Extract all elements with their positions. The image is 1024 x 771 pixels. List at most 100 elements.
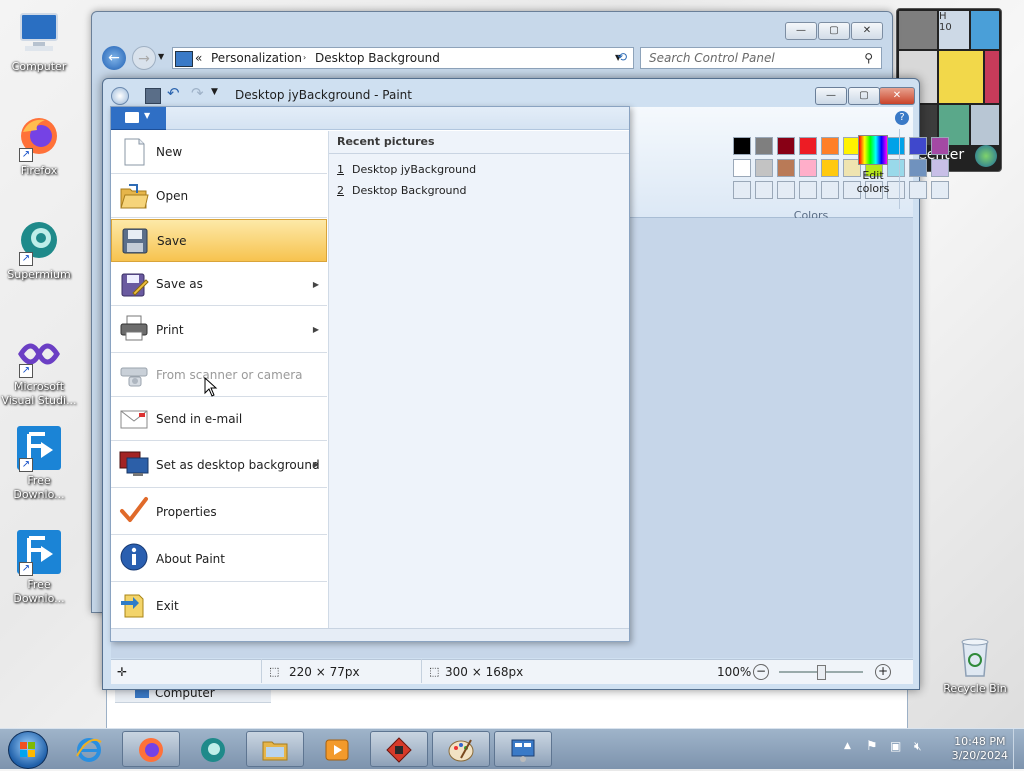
open-folder-icon bbox=[120, 184, 149, 209]
color-swatch[interactable] bbox=[799, 181, 817, 199]
menu-item-save[interactable]: Save bbox=[111, 219, 327, 262]
file-menu-commands: New Open Save Save as ▶ Print ▶ From sca… bbox=[111, 131, 327, 629]
recent-pictures-header: Recent pictures bbox=[337, 135, 435, 148]
cp-close-button[interactable]: ✕ bbox=[851, 22, 883, 40]
edit-colors-button[interactable]: Edit colors bbox=[855, 135, 891, 209]
customize-quick-access-icon[interactable]: ▼ bbox=[211, 87, 218, 97]
color-swatch[interactable] bbox=[777, 181, 795, 199]
redo-icon[interactable]: ↷ bbox=[191, 84, 204, 102]
taskbar-firefox[interactable] bbox=[122, 731, 180, 767]
submenu-arrow-icon: ▶ bbox=[312, 280, 319, 289]
search-icon[interactable]: ⚲ bbox=[864, 48, 873, 68]
desktop-background-icon bbox=[119, 451, 149, 476]
clock[interactable]: 10:48 PM 3/20/2024 bbox=[952, 735, 1008, 763]
help-icon[interactable]: ? bbox=[895, 111, 909, 125]
taskbar-control-panel[interactable] bbox=[494, 731, 552, 767]
desktop-icon-free-download-1[interactable]: ↗ Free Downlo... bbox=[0, 424, 78, 502]
desktop-icon-free-download-2[interactable]: ↗ Free Downlo... bbox=[0, 528, 78, 606]
menu-item-properties[interactable]: Properties bbox=[111, 489, 327, 535]
desktop-icon-computer[interactable]: Computer bbox=[0, 10, 78, 74]
undo-icon[interactable]: ↶ bbox=[167, 84, 180, 102]
desktop-icon-label: Recycle Bin bbox=[943, 682, 1007, 695]
color-swatch[interactable] bbox=[909, 159, 927, 177]
color-swatch[interactable] bbox=[755, 159, 773, 177]
zoom-in-button[interactable]: + bbox=[875, 664, 891, 680]
color-swatch[interactable] bbox=[777, 159, 795, 177]
cp-minimize-button[interactable]: — bbox=[785, 22, 817, 40]
show-hidden-icons-button[interactable]: ▲ bbox=[844, 741, 851, 751]
taskbar-app-red[interactable] bbox=[370, 731, 428, 767]
desktop-icon-firefox[interactable]: ↗ Firefox bbox=[0, 114, 78, 178]
breadcrumb-personalization[interactable]: Personalization bbox=[211, 48, 302, 68]
file-menu-tab[interactable]: ▼ bbox=[111, 107, 166, 130]
desktop-icon-recycle-bin[interactable]: Recycle Bin bbox=[936, 632, 1014, 696]
desktop-icon-supermium[interactable]: ↗ Supermium bbox=[0, 218, 78, 282]
recent-item-2[interactable]: 2 Desktop Background bbox=[337, 184, 467, 197]
color-swatch[interactable] bbox=[821, 159, 839, 177]
menu-item-new[interactable]: New bbox=[111, 131, 327, 174]
menu-item-open[interactable]: Open bbox=[111, 175, 327, 218]
taskbar-paint[interactable] bbox=[432, 731, 490, 767]
breadcrumb-overflow[interactable]: « bbox=[195, 48, 202, 68]
color-swatch[interactable] bbox=[821, 181, 839, 199]
printer-icon bbox=[120, 315, 148, 341]
paint-palette-icon bbox=[448, 739, 474, 762]
paint-maximize-button[interactable]: ▢ bbox=[848, 87, 880, 105]
cp-maximize-button[interactable]: ▢ bbox=[818, 22, 850, 40]
zoom-slider-thumb[interactable] bbox=[817, 665, 826, 680]
action-center-flag-icon[interactable]: ⚑ bbox=[866, 739, 878, 754]
desktop-icon-visual-studio[interactable]: ↗ Microsoft Visual Studi... bbox=[0, 330, 78, 408]
color-swatch[interactable] bbox=[799, 137, 817, 155]
windows-logo-icon bbox=[20, 742, 35, 757]
forward-arrow-icon[interactable]: → bbox=[132, 46, 156, 70]
paint-app-icon bbox=[111, 87, 129, 105]
recent-pages-dropdown-icon[interactable]: ▼ bbox=[158, 52, 164, 61]
color-swatch[interactable] bbox=[909, 181, 927, 199]
menu-item-from-scanner[interactable]: From scanner or camera bbox=[111, 354, 327, 397]
color-swatch[interactable] bbox=[777, 137, 795, 155]
menu-item-send-email[interactable]: Send in e-mail bbox=[111, 398, 327, 441]
menu-item-exit[interactable]: Exit bbox=[111, 583, 327, 629]
control-panel-icon bbox=[511, 739, 535, 762]
taskbar-file-explorer[interactable] bbox=[246, 731, 304, 767]
taskbar-media-player[interactable] bbox=[308, 731, 366, 767]
color-swatch[interactable] bbox=[931, 181, 949, 199]
menu-item-save-as[interactable]: Save as ▶ bbox=[111, 263, 327, 306]
taskbar-internet-explorer[interactable] bbox=[60, 731, 118, 767]
color-swatch[interactable] bbox=[755, 137, 773, 155]
menu-item-about-paint[interactable]: About Paint bbox=[111, 536, 327, 582]
desktop-icon-label: Firefox bbox=[20, 164, 58, 177]
color-swatch[interactable] bbox=[931, 159, 949, 177]
app-icon bbox=[386, 737, 412, 763]
breadcrumb-desktop-background[interactable]: Desktop Background bbox=[315, 48, 440, 68]
image-size: 300 × 168px bbox=[445, 665, 524, 679]
color-swatch[interactable] bbox=[755, 181, 773, 199]
color-swatch[interactable] bbox=[821, 137, 839, 155]
start-button[interactable] bbox=[8, 731, 48, 769]
color-spectrum-icon bbox=[858, 135, 888, 165]
taskbar-supermium[interactable] bbox=[184, 731, 242, 767]
back-arrow-icon[interactable]: ← bbox=[102, 46, 126, 70]
color-swatch[interactable] bbox=[931, 137, 949, 155]
email-icon bbox=[120, 410, 148, 429]
color-swatch[interactable] bbox=[799, 159, 817, 177]
refresh-icon[interactable]: ⟲ bbox=[612, 47, 632, 67]
volume-muted-icon[interactable]: 🔇︎ bbox=[914, 739, 922, 754]
paint-close-button[interactable]: ✕ bbox=[879, 87, 915, 105]
show-desktop-button[interactable] bbox=[1013, 729, 1024, 769]
menu-item-set-desktop-background[interactable]: Set as desktop background ▶ bbox=[111, 442, 327, 488]
network-icon[interactable]: ▣ bbox=[890, 739, 901, 753]
menu-item-print[interactable]: Print ▶ bbox=[111, 307, 327, 353]
color-swatch[interactable] bbox=[733, 159, 751, 177]
recent-item-1[interactable]: 1 Desktop jyBackground bbox=[337, 163, 476, 176]
info-icon bbox=[120, 543, 148, 571]
color-swatch[interactable] bbox=[733, 137, 751, 155]
edit-colors-label: Edit colors bbox=[856, 169, 890, 195]
zoom-out-button[interactable]: − bbox=[753, 664, 769, 680]
search-control-panel-input[interactable]: Search Control Panel ⚲ bbox=[640, 47, 882, 69]
save-quick-icon[interactable] bbox=[145, 88, 161, 104]
address-bar[interactable]: « Personalization › Desktop Background ▼ bbox=[172, 47, 634, 69]
color-swatch[interactable] bbox=[909, 137, 927, 155]
color-swatch[interactable] bbox=[733, 181, 751, 199]
paint-minimize-button[interactable]: — bbox=[815, 87, 847, 105]
